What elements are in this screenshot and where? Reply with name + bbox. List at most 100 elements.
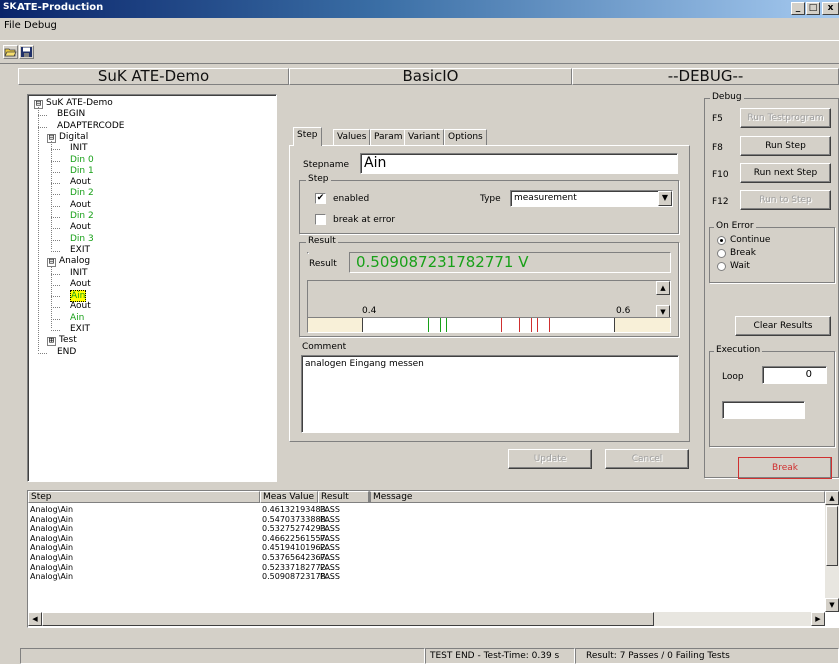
tree-node[interactable]: Digital — [59, 132, 88, 142]
grid-cell[interactable]: PASS — [320, 534, 340, 544]
debug-group-label: Debug — [710, 92, 744, 102]
step-group-label: Step — [306, 174, 331, 184]
grid-cell[interactable]: PASS — [320, 524, 340, 534]
tab-options[interactable]: Options — [444, 129, 487, 146]
type-select[interactable]: measurement ▼ — [510, 190, 673, 207]
tree-node[interactable]: ADAPTERCODE — [57, 121, 125, 131]
tree-node[interactable]: END — [57, 347, 76, 357]
column-header-meas-value[interactable]: Meas Value — [260, 491, 318, 503]
comment-textarea[interactable]: analogen Eingang messen — [301, 355, 679, 433]
measurement-tick — [548, 318, 550, 332]
tree-node[interactable]: Din 2 — [70, 188, 94, 198]
tree-connector — [38, 126, 47, 128]
break-at-error-checkbox[interactable] — [315, 214, 326, 225]
grid-cell[interactable]: Analog\Ain — [30, 572, 73, 582]
grid-cell[interactable]: Analog\Ain — [30, 515, 73, 525]
tree-node[interactable]: Aout — [70, 177, 91, 187]
stepname-input[interactable]: Ain — [360, 153, 678, 174]
folder-open-icon[interactable] — [3, 45, 18, 59]
grid-scroll-right-icon[interactable]: ▶ — [811, 612, 825, 626]
tree-connector — [51, 307, 60, 309]
menu-bar — [0, 18, 839, 36]
break-button[interactable]: Break — [738, 457, 832, 479]
tab-param[interactable]: Param — [370, 129, 407, 146]
scroll-up-icon[interactable]: ▲ — [656, 281, 670, 295]
tree-node[interactable]: INIT — [70, 268, 88, 278]
tree-node[interactable]: Din 3 — [70, 234, 94, 244]
tree-node[interactable]: Din 1 — [70, 166, 94, 176]
tree-connector — [51, 296, 60, 298]
column-header-step[interactable]: Step — [28, 491, 260, 503]
grid-cell[interactable]: PASS — [320, 515, 340, 525]
grid-scroll-up-icon[interactable]: ▲ — [825, 491, 839, 505]
save-icon[interactable] — [19, 45, 34, 59]
tree-node[interactable]: Test — [59, 335, 77, 345]
tree-node[interactable]: EXIT — [70, 324, 90, 334]
tree-node[interactable]: Ain — [70, 290, 87, 303]
tree-node[interactable]: INIT — [70, 143, 88, 153]
project-header: SuK ATE-Demo — [18, 68, 289, 85]
column-header-result[interactable]: Result — [318, 491, 369, 503]
tree-node[interactable]: Aout — [70, 200, 91, 210]
test-tree[interactable]: SuK ATE-Demo ⊟ BEGIN ADAPTERCODE Digital ⊟ INI… — [27, 94, 277, 482]
tab-values[interactable]: Values — [333, 129, 371, 146]
grid-scroll-down-icon[interactable]: ▼ — [825, 598, 839, 612]
loop-input[interactable]: 0 — [762, 366, 827, 384]
tree-node[interactable]: BEGIN — [57, 109, 85, 119]
on-error-wait-radio[interactable] — [717, 262, 726, 271]
tree-node[interactable]: Din 2 — [70, 211, 94, 221]
on-error-label: On Error — [714, 221, 756, 231]
column-header-message[interactable]: Message — [369, 491, 825, 503]
on-error-continue-radio[interactable] — [717, 236, 726, 245]
loop-label: Loop — [722, 372, 744, 382]
close-button[interactable]: x — [822, 2, 839, 15]
grid-scroll-left-icon[interactable]: ◀ — [28, 612, 42, 626]
tree-connector — [51, 239, 60, 241]
enabled-checkbox[interactable]: ✔ — [315, 193, 326, 204]
tree-expander-icon[interactable]: ⊞ — [47, 337, 56, 347]
run-next-step-button[interactable]: Run next Step — [740, 163, 831, 183]
tab-step[interactable]: Step — [293, 127, 322, 146]
on-error-break-radio[interactable] — [717, 249, 726, 258]
chevron-down-icon[interactable]: ▼ — [658, 191, 672, 206]
menu-file[interactable]: File — [4, 20, 21, 31]
grid-cell[interactable]: Analog\Ain — [30, 505, 73, 515]
grid-cell[interactable]: PASS — [320, 553, 340, 563]
grid-cell[interactable]: Analog\Ain — [30, 563, 73, 573]
grid-cell[interactable]: PASS — [320, 563, 340, 573]
grid-cell[interactable]: Analog\Ain — [30, 534, 73, 544]
grid-cell[interactable]: Analog\Ain — [30, 553, 73, 563]
results-grid[interactable] — [27, 490, 839, 628]
tree-node[interactable]: Din 0 — [70, 155, 94, 165]
tree-node[interactable]: Aout — [70, 301, 91, 311]
grid-cell[interactable]: Analog\Ain — [30, 524, 73, 534]
clear-results-button[interactable]: Clear Results — [735, 316, 831, 336]
on-error-group — [709, 227, 835, 283]
grid-hscroll-thumb[interactable] — [42, 612, 654, 626]
tree-node[interactable]: Ain — [70, 313, 84, 323]
key-f8: F8 — [712, 143, 723, 153]
grid-cell[interactable]: PASS — [320, 505, 340, 515]
tree-node[interactable]: SuK ATE-Demo — [46, 98, 113, 108]
grid-cell[interactable]: Analog\Ain — [30, 543, 73, 553]
tree-node[interactable]: Aout — [70, 279, 91, 289]
maximize-button[interactable]: □ — [806, 2, 820, 15]
grid-scroll-thumb[interactable] — [826, 506, 838, 566]
measurement-tick — [530, 318, 532, 332]
cancel-button[interactable]: Cancel — [605, 449, 689, 469]
tree-node[interactable]: Aout — [70, 222, 91, 232]
menu-debug[interactable]: Debug — [24, 20, 57, 31]
app-icon: SK — [3, 2, 17, 12]
run-to-step-button[interactable]: Run to Step — [740, 190, 831, 210]
run-testprogram-button[interactable]: Run Testprogram — [740, 108, 831, 128]
title-bar[interactable] — [0, 0, 839, 18]
minimize-button[interactable]: _ — [791, 2, 805, 15]
run-step-button[interactable]: Run Step — [740, 136, 831, 156]
tab-variant[interactable]: Variant — [404, 129, 444, 146]
tree-node[interactable]: Analog — [59, 256, 90, 266]
grid-cell[interactable]: PASS — [320, 543, 340, 553]
tree-connector — [51, 160, 60, 162]
update-button[interactable]: Update — [508, 449, 592, 469]
tree-node[interactable]: EXIT — [70, 245, 90, 255]
grid-cell[interactable]: PASS — [320, 572, 340, 582]
